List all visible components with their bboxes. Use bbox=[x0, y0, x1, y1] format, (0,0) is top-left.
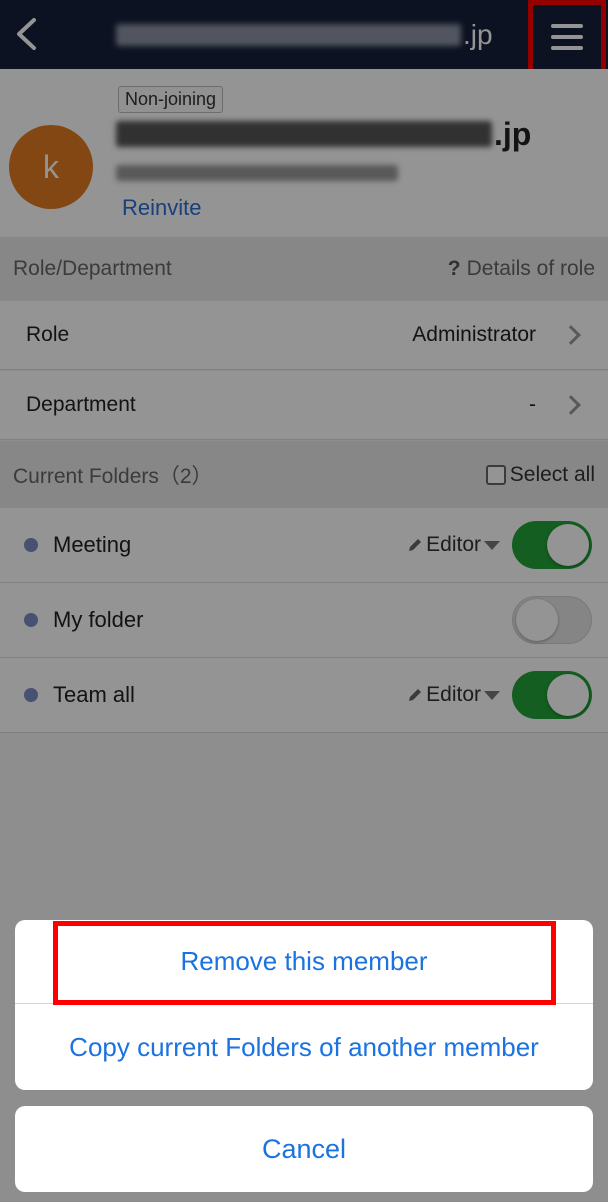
highlight-box bbox=[53, 921, 556, 1005]
cancel-button[interactable]: Cancel bbox=[15, 1106, 593, 1192]
copy-folders-button[interactable]: Copy current Folders of another member bbox=[15, 1005, 593, 1090]
